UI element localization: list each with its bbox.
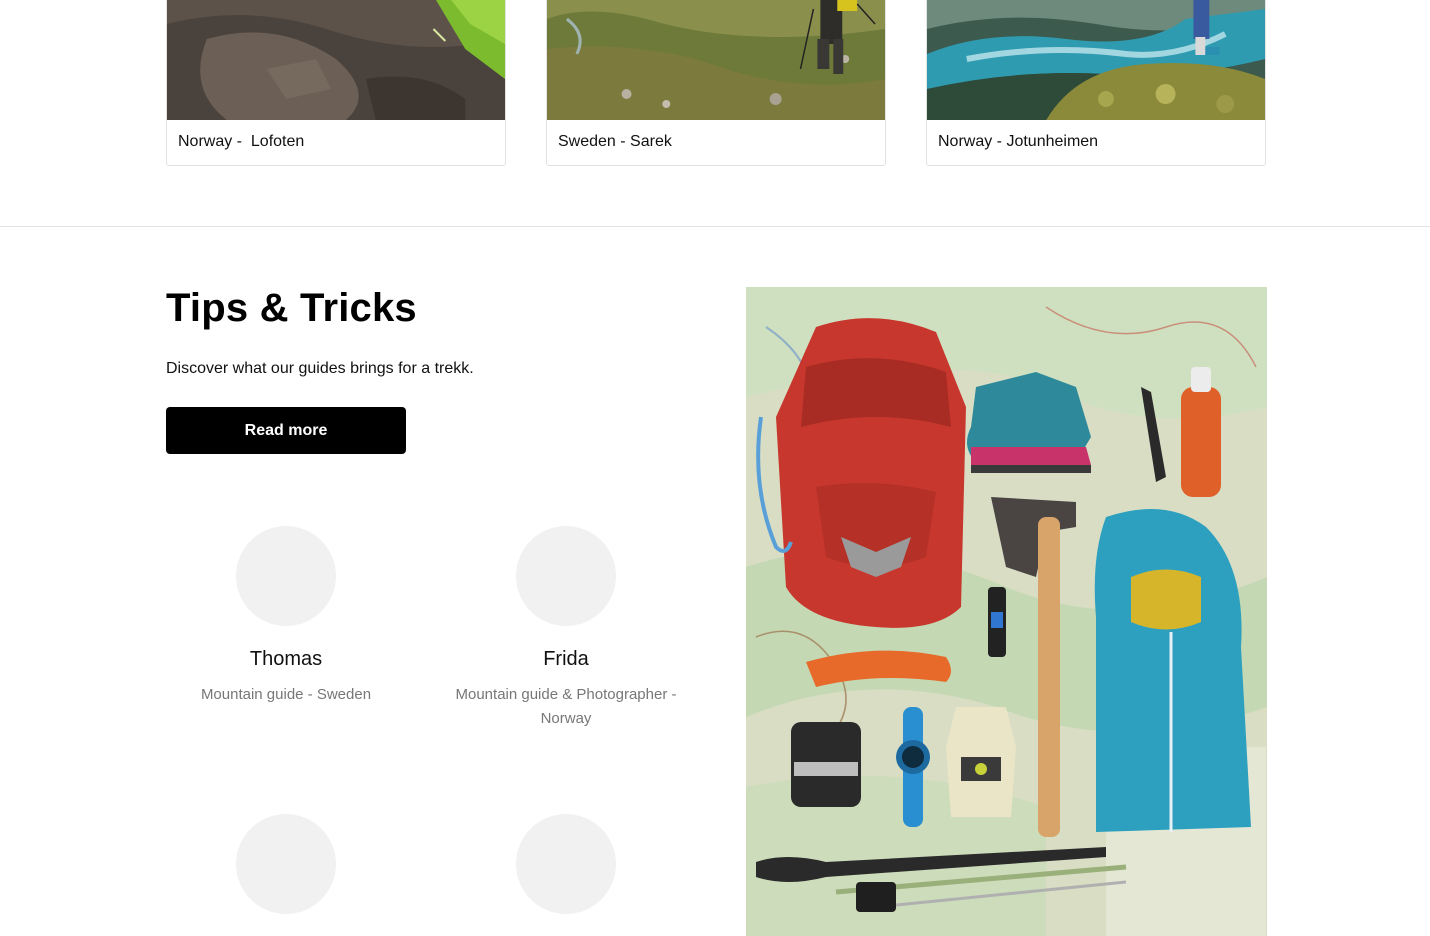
destination-card-lofoten[interactable]: Norway - Lofoten [166, 0, 506, 166]
guide-card-thomas[interactable]: Thomas Mountain guide - Sweden [146, 526, 426, 707]
guide-role: Mountain guide & Photographer - Norway [455, 686, 677, 727]
destination-caption: Sweden - Sarek [558, 133, 672, 150]
read-more-button[interactable]: Read more [166, 407, 406, 454]
avatar [236, 526, 336, 626]
destination-card-jotunheimen[interactable]: Norway - Jotunheimen [926, 0, 1266, 166]
avatar [236, 814, 336, 914]
section-divider [0, 226, 1430, 227]
tips-title: Tips & Tricks [166, 286, 417, 330]
destination-caption: Norway - Lofoten [178, 133, 305, 150]
guide-card-frida[interactable]: Frida Mountain guide & Photographer - No… [426, 526, 706, 731]
guide-role: Mountain guide - Sweden [200, 686, 372, 703]
hiker-in-valley-photo [547, 0, 885, 120]
tips-description: Discover what our guides brings for a tr… [166, 360, 474, 377]
hiking-gear-flatlay-photo [746, 287, 1267, 936]
avatar [516, 814, 616, 914]
destination-card-sarek[interactable]: Sweden - Sarek [546, 0, 886, 166]
guide-name: Frida [543, 648, 589, 670]
destination-caption: Norway - Jotunheimen [938, 133, 1099, 150]
avatar [516, 526, 616, 626]
lake-overlook-photo [927, 0, 1265, 120]
tent-on-rock-photo [167, 0, 505, 120]
guide-name: Thomas [249, 648, 323, 670]
guide-card[interactable] [146, 814, 426, 936]
guide-card[interactable] [426, 814, 706, 936]
